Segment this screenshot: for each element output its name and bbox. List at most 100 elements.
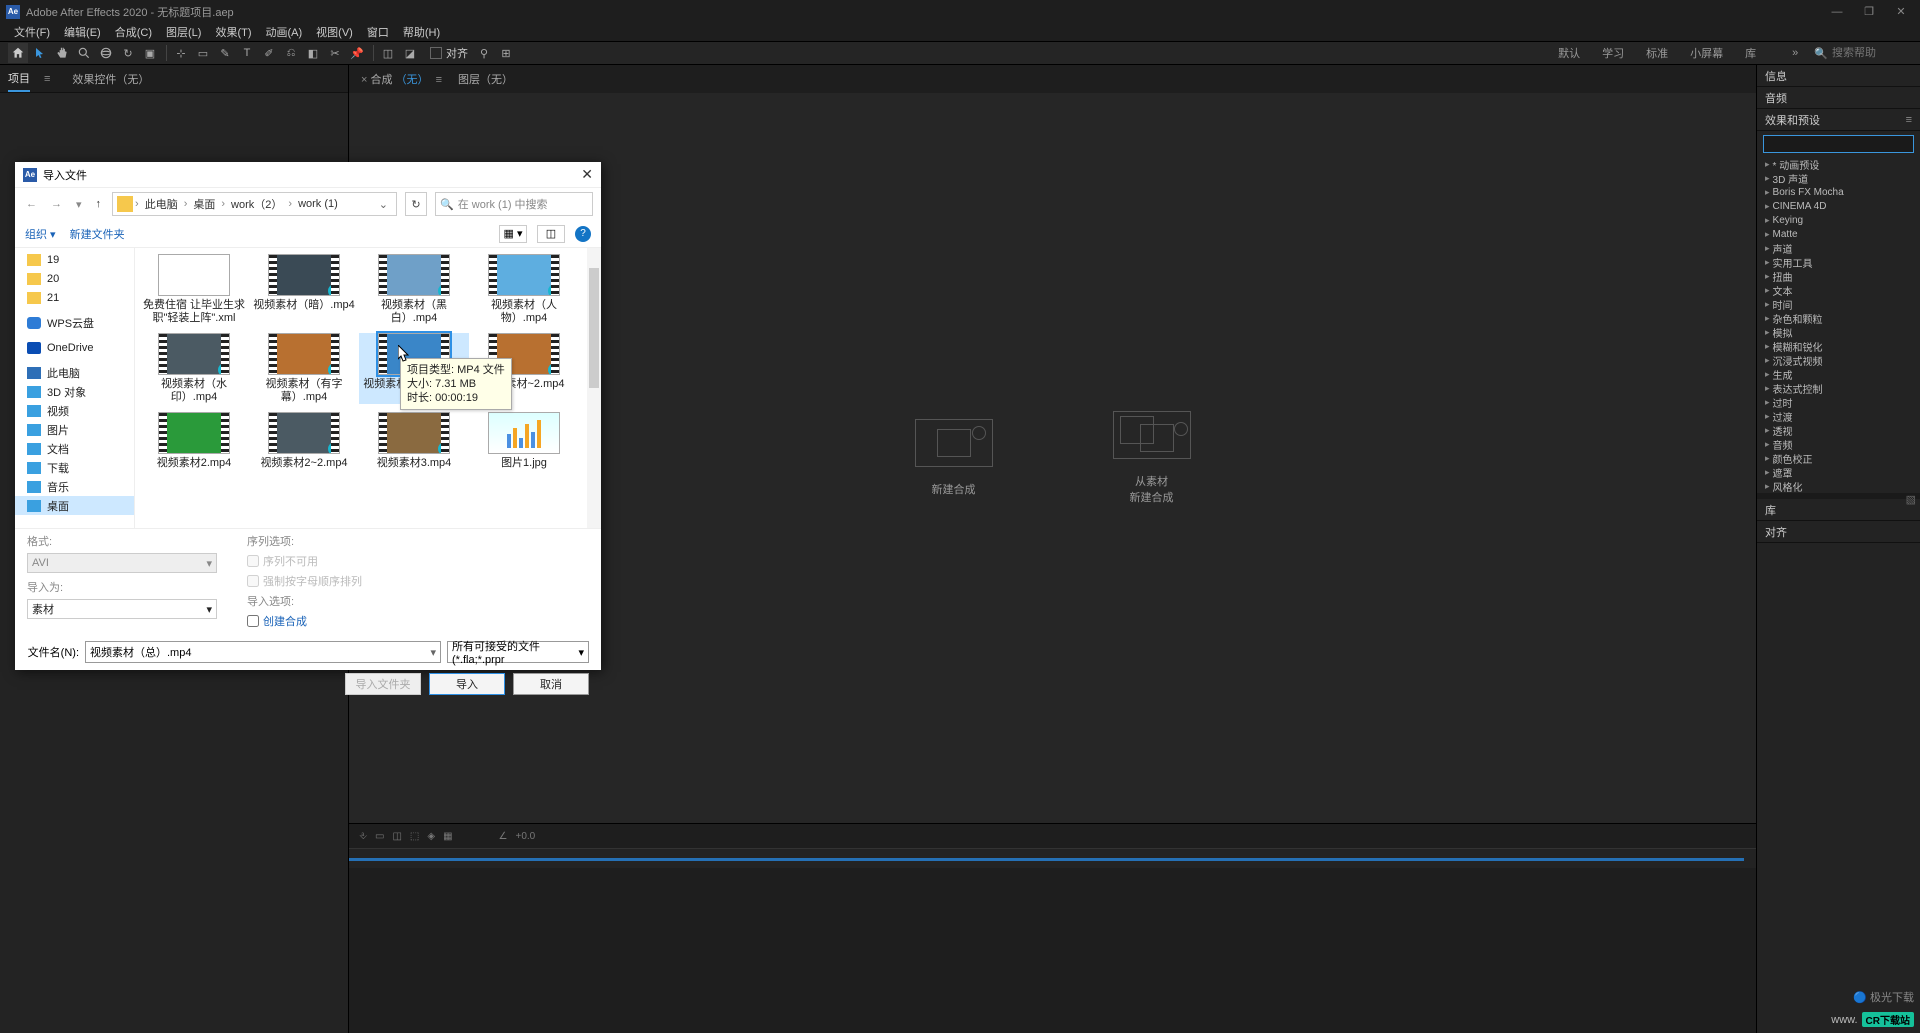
view-mode-button[interactable]: ▦ ▾	[499, 225, 527, 243]
orbit-tool[interactable]	[96, 43, 116, 63]
preview-pane-button[interactable]: ◫	[537, 225, 565, 243]
text-tool[interactable]: T	[237, 43, 257, 63]
snap-checkbox[interactable]	[430, 47, 442, 59]
create-comp-checkbox[interactable]: 创建合成	[247, 613, 362, 629]
effects-category[interactable]: ▸声道	[1757, 241, 1920, 255]
file-item[interactable]: 图片1.jpg	[469, 412, 579, 470]
snap-options[interactable]: ⚲	[474, 43, 494, 63]
file-item[interactable]: C视频素材（黑白）.mp4	[359, 254, 469, 325]
effects-category[interactable]: ▸模拟	[1757, 325, 1920, 339]
effects-category[interactable]: ▸遮罩	[1757, 465, 1920, 479]
timeline-ruler[interactable]	[349, 848, 1756, 868]
crumb-dropdown-icon[interactable]: ⌄	[375, 198, 392, 211]
zoom-tool[interactable]	[74, 43, 94, 63]
import-button[interactable]: 导入	[429, 673, 505, 695]
tl-time[interactable]: +0.0	[515, 831, 535, 842]
effects-category[interactable]: ▸Matte	[1757, 227, 1920, 241]
rotate-tool[interactable]: ↻	[118, 43, 138, 63]
effects-category[interactable]: ▸沉浸式视频	[1757, 353, 1920, 367]
workspace-more[interactable]: »	[1792, 47, 1798, 59]
tree-item[interactable]: 音乐	[15, 477, 134, 496]
effects-category[interactable]: ▸透视	[1757, 423, 1920, 437]
menu-layer[interactable]: 图层(L)	[160, 24, 207, 40]
help-search[interactable]: 🔍	[1814, 47, 1912, 60]
menu-composition[interactable]: 合成(C)	[109, 24, 158, 40]
tree-item[interactable]: 此电脑	[15, 363, 134, 382]
effects-category[interactable]: ▸Boris FX Mocha	[1757, 185, 1920, 199]
nav-forward-button[interactable]: →	[48, 198, 65, 210]
help-search-input[interactable]	[1832, 47, 1912, 59]
effects-category[interactable]: ▸生成	[1757, 367, 1920, 381]
menu-view[interactable]: 视图(V)	[310, 24, 359, 40]
camera-tool[interactable]: ▣	[140, 43, 160, 63]
effects-category[interactable]: ▸时间	[1757, 297, 1920, 311]
file-item[interactable]: C视频素材（水印）.mp4	[139, 333, 249, 404]
dialog-close-button[interactable]: ✕	[581, 166, 593, 183]
tl-btn[interactable]: ⎀	[359, 831, 367, 842]
rect-tool[interactable]: ▭	[193, 43, 213, 63]
organize-button[interactable]: 组织 ▾	[25, 226, 56, 242]
menu-effect[interactable]: 效果(T)	[209, 24, 257, 40]
clone-tool[interactable]: ⎌	[281, 43, 301, 63]
crumb-segment[interactable]: work (1)	[294, 198, 342, 210]
project-tab[interactable]: 项目	[8, 66, 30, 92]
effects-category[interactable]: ▸表达式控制	[1757, 381, 1920, 395]
info-panel-header[interactable]: 信息	[1757, 65, 1920, 87]
effects-category[interactable]: ▸过渡	[1757, 409, 1920, 423]
scrollbar[interactable]	[587, 248, 601, 528]
tree-item[interactable]: 19	[15, 250, 134, 269]
tl-btn[interactable]: ▦	[443, 831, 452, 842]
workspace-small[interactable]: 小屏幕	[1690, 45, 1723, 61]
effects-category[interactable]: ▸3D 声道	[1757, 171, 1920, 185]
help-button[interactable]: ?	[575, 226, 591, 242]
tl-btn[interactable]: ⬚	[410, 831, 419, 842]
nav-recent-button[interactable]: ▾	[73, 198, 85, 211]
effects-category[interactable]: ▸实用工具	[1757, 255, 1920, 269]
effects-category[interactable]: ▸过时	[1757, 395, 1920, 409]
tree-item[interactable]: 21	[15, 288, 134, 307]
effects-search-input[interactable]	[1763, 135, 1914, 153]
file-item[interactable]: C视频素材（暗）.mp4	[249, 254, 359, 325]
file-item[interactable]: C视频素材（人物）.mp4	[469, 254, 579, 325]
tl-btn[interactable]: ◫	[392, 831, 401, 842]
panel-menu-icon[interactable]: ≡	[1906, 114, 1912, 126]
menu-help[interactable]: 帮助(H)	[397, 24, 446, 40]
minimize-button[interactable]: —	[1830, 5, 1844, 19]
effect-controls-tab[interactable]: 效果控件（无）	[72, 67, 149, 91]
eraser-tool[interactable]: ◧	[303, 43, 323, 63]
effects-category[interactable]: ▸* 动画预设	[1757, 157, 1920, 171]
workspace-library[interactable]: 库	[1745, 45, 1756, 61]
file-item[interactable]: 视频素材2.mp4	[139, 412, 249, 470]
effects-category[interactable]: ▸扭曲	[1757, 269, 1920, 283]
comp-from-footage-card[interactable]: 从素材 新建合成	[1113, 411, 1191, 505]
cancel-button[interactable]: 取消	[513, 673, 589, 695]
nav-up-button[interactable]: ↑	[93, 198, 105, 210]
panel-menu-icon[interactable]: ≡	[44, 73, 50, 85]
mask-mode-2[interactable]: ◪	[400, 43, 420, 63]
crumb-segment[interactable]: 此电脑	[141, 196, 182, 212]
effects-category[interactable]: ▸文本	[1757, 283, 1920, 297]
effects-category[interactable]: ▸音频	[1757, 437, 1920, 451]
new-comp-card[interactable]: 新建合成	[915, 419, 993, 497]
tree-item[interactable]: OneDrive	[15, 338, 134, 357]
effects-category[interactable]: ▸杂色和颗粒	[1757, 311, 1920, 325]
filename-input[interactable]: 视频素材（总）.mp4▾	[85, 641, 441, 663]
file-item[interactable]: 免费住宿 让毕业生求职"轻装上阵".xml	[139, 254, 249, 325]
tree-item[interactable]: 视频	[15, 401, 134, 420]
maximize-button[interactable]: ❐	[1862, 5, 1876, 19]
menu-animation[interactable]: 动画(A)	[260, 24, 309, 40]
refresh-button[interactable]: ↻	[405, 192, 427, 216]
filetype-filter[interactable]: 所有可接受的文件 (*.fla;*.prpr▾	[447, 641, 589, 663]
dialog-search[interactable]: 🔍 在 work (1) 中搜索	[435, 192, 593, 216]
hand-tool[interactable]	[52, 43, 72, 63]
snap-grid[interactable]: ⊞	[496, 43, 516, 63]
tree-item[interactable]: 桌面	[15, 496, 134, 515]
new-folder-button[interactable]: 新建文件夹	[70, 226, 125, 242]
brush-tool[interactable]: ✐	[259, 43, 279, 63]
roto-tool[interactable]: ✂	[325, 43, 345, 63]
file-item[interactable]: C视频素材3.mp4	[359, 412, 469, 470]
workspace-default[interactable]: 默认	[1558, 45, 1580, 61]
tree-item[interactable]: 20	[15, 269, 134, 288]
align-panel-header[interactable]: 对齐	[1757, 521, 1920, 543]
import-as-select[interactable]: 素材▾	[27, 599, 217, 619]
